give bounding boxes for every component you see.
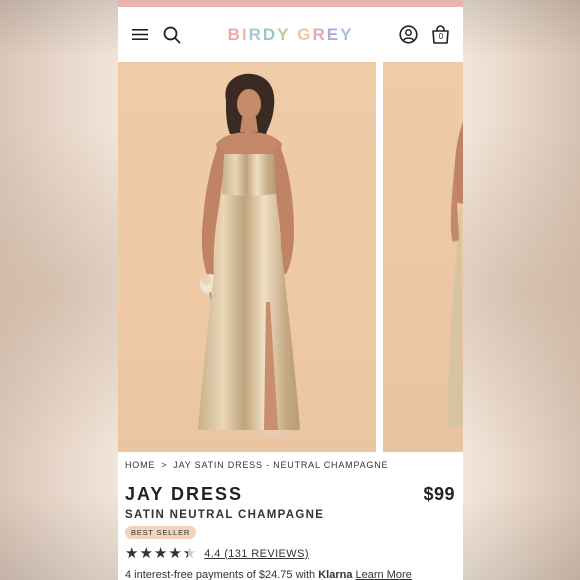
logo-letter: B bbox=[227, 24, 242, 44]
product-title: JAY DRESS bbox=[125, 484, 244, 504]
logo-letter: R bbox=[248, 24, 263, 44]
logo-letter: D bbox=[262, 24, 278, 44]
promo-strip bbox=[118, 0, 463, 7]
star-icon: ★★ bbox=[153, 545, 168, 562]
cart-icon[interactable]: 0 bbox=[431, 24, 451, 45]
menu-icon[interactable] bbox=[130, 25, 150, 45]
breadcrumb-current[interactable]: JAY SATIN DRESS - NEUTRAL CHAMPAGNE bbox=[173, 460, 388, 470]
product-image-next[interactable] bbox=[383, 62, 463, 452]
star-icon: ★★ bbox=[182, 545, 197, 562]
learn-more-link[interactable]: Learn More bbox=[356, 569, 412, 580]
product-subtitle: SATIN NEUTRAL CHAMPAGNE bbox=[125, 509, 325, 521]
rating-stars: ★★★★★★★★★★ bbox=[125, 546, 196, 561]
logo-letter: Y bbox=[277, 24, 291, 44]
klarna-logo: Klarna bbox=[318, 569, 353, 580]
product-title-row: JAY DRESS $99 bbox=[118, 470, 463, 505]
logo-letter: I bbox=[241, 24, 249, 44]
star-icon: ★★ bbox=[139, 545, 153, 562]
site-header: BIRDY GREY 0 bbox=[118, 7, 463, 62]
cart-count: 0 bbox=[438, 31, 444, 41]
star-icon: ★★ bbox=[125, 545, 139, 562]
product-price: $99 bbox=[423, 484, 455, 504]
logo-letter: G bbox=[297, 24, 313, 44]
logo-letter: E bbox=[326, 24, 341, 44]
logo-letter bbox=[290, 25, 297, 45]
breadcrumb-separator: > bbox=[161, 460, 168, 470]
mobile-page: BIRDY GREY 0 HOME > JAY SATIN DRESS - NE… bbox=[118, 0, 463, 580]
header-left bbox=[130, 25, 196, 45]
logo-letter: R bbox=[312, 24, 327, 44]
best-seller-badge: BEST SELLER bbox=[125, 526, 197, 539]
brand-logo[interactable]: BIRDY GREY bbox=[228, 25, 354, 45]
installment-text: 4 interest-free payments of $24.75 with bbox=[125, 569, 319, 580]
breadcrumb: HOME > JAY SATIN DRESS - NEUTRAL CHAMPAG… bbox=[118, 452, 463, 470]
account-icon[interactable] bbox=[399, 25, 419, 45]
star-icon: ★★ bbox=[168, 545, 182, 562]
installment-info: 4 interest-free payments of $24.75 with … bbox=[118, 561, 463, 580]
product-gallery[interactable] bbox=[118, 62, 463, 452]
header-right: 0 bbox=[385, 24, 451, 45]
logo-letter: Y bbox=[340, 24, 354, 44]
rating-row: ★★★★★★★★★★ 4.4 (131 REVIEWS) bbox=[118, 540, 463, 561]
reviews-link[interactable]: 4.4 (131 REVIEWS) bbox=[204, 548, 309, 560]
search-icon[interactable] bbox=[162, 25, 182, 45]
breadcrumb-home[interactable]: HOME bbox=[125, 460, 155, 470]
product-image-main[interactable] bbox=[118, 62, 376, 452]
